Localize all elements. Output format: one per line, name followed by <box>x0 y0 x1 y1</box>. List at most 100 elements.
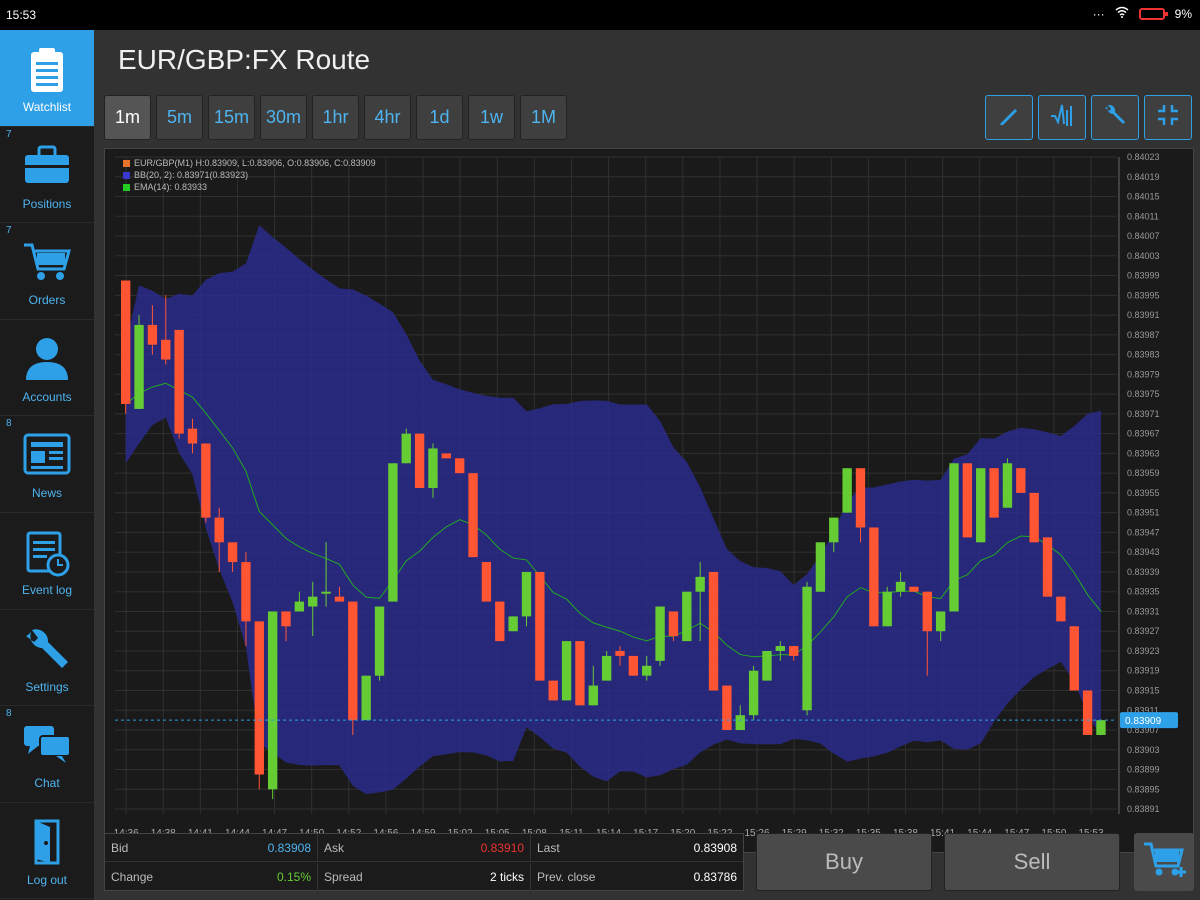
legend-swatch-ema <box>123 183 130 191</box>
candle <box>829 517 839 543</box>
sidebar-item-log-out[interactable]: Log out <box>0 803 94 900</box>
last-cell: Last 0.83908 <box>531 834 743 862</box>
candle <box>334 596 345 602</box>
candle <box>1029 492 1039 543</box>
y-tick-label: 0.83955 <box>1127 488 1160 498</box>
indicators-button[interactable] <box>1038 95 1086 140</box>
candle <box>1002 463 1013 508</box>
buy-button[interactable]: Buy <box>756 833 932 891</box>
sidebar-item-label: Watchlist <box>22 100 72 114</box>
candle <box>869 527 879 627</box>
candle <box>308 596 318 607</box>
timeframe-1w-button[interactable]: 1w <box>468 95 515 140</box>
timeframe-30m-button[interactable]: 30m <box>260 95 307 140</box>
sell-button[interactable]: Sell <box>944 833 1120 891</box>
wrench-icon <box>1103 103 1127 132</box>
y-tick-label: 0.83923 <box>1127 646 1160 656</box>
y-tick-label: 0.83979 <box>1127 369 1160 379</box>
candle <box>227 542 238 563</box>
candle <box>254 621 264 775</box>
candle <box>187 428 198 444</box>
y-tick-label: 0.83947 <box>1127 527 1160 537</box>
last-label: Last <box>537 840 560 855</box>
sidebar-item-news[interactable]: 8 News <box>0 416 94 513</box>
spread-label: Spread <box>324 870 363 884</box>
y-tick-label: 0.84015 <box>1127 192 1160 202</box>
timeframe-1M-button[interactable]: 1M <box>520 95 567 140</box>
bid-label: Bid <box>111 840 129 855</box>
candle <box>655 606 665 661</box>
price-chart[interactable]: 0.84023 0.84019 0.84015 0.84011 0.84007 0.840… <box>104 148 1194 853</box>
candle <box>1016 468 1026 493</box>
cart-add-icon <box>1142 838 1186 887</box>
candle <box>161 339 171 360</box>
status-bar: 15:53 ··· 9% <box>0 0 1200 30</box>
draw-button[interactable] <box>985 95 1033 140</box>
y-tick-label: 0.83987 <box>1127 330 1160 340</box>
sidebar-item-orders[interactable]: 7 Orders <box>0 223 94 320</box>
candle <box>748 670 759 716</box>
candle <box>348 601 358 721</box>
timeframe-1m-button[interactable]: 1m <box>104 95 151 140</box>
candle <box>708 571 719 691</box>
cart-icon <box>0 223 94 293</box>
timeframe-4hr-button[interactable]: 4hr <box>364 95 411 140</box>
sidebar-item-settings[interactable]: Settings <box>0 610 94 707</box>
y-tick-label: 0.83939 <box>1127 567 1160 577</box>
chart-legend: EUR/GBP(M1) H:0.83909, L:0.83906, O:0.83… <box>123 157 376 193</box>
timeframe-1d-button[interactable]: 1d <box>416 95 463 140</box>
candle <box>775 646 786 651</box>
timeframe-15m-button[interactable]: 15m <box>208 95 255 140</box>
candle <box>455 458 465 474</box>
candle <box>414 433 425 488</box>
candle <box>895 581 906 592</box>
sidebar-item-chat[interactable]: 8 Chat <box>0 706 94 803</box>
sidebar-item-label: Settings <box>25 679 69 694</box>
chart-settings-button[interactable] <box>1091 95 1139 140</box>
candle <box>989 468 999 518</box>
new-order-button[interactable] <box>1134 833 1194 891</box>
candle <box>789 646 799 656</box>
y-tick-label: 0.83951 <box>1127 508 1160 518</box>
sidebar-item-event-log[interactable]: Event log <box>0 513 94 610</box>
candle <box>815 542 826 592</box>
candle <box>575 641 585 706</box>
main-panel: EUR/GBP:FX Route 1m 5m 15m 30m 1hr 4hr 1… <box>94 30 1200 900</box>
badge: 7 <box>6 225 12 237</box>
timeframe-bar: 1m 5m 15m 30m 1hr 4hr 1d 1w 1M <box>104 95 567 140</box>
y-tick-label: 0.83959 <box>1127 468 1160 478</box>
candle <box>147 324 158 345</box>
candle <box>121 280 131 404</box>
change-value: 0.15% <box>276 870 311 884</box>
candle <box>361 675 371 721</box>
sidebar-item-watchlist[interactable]: Watchlist <box>0 30 94 127</box>
sidebar-item-label: Chat <box>34 776 60 791</box>
timeframe-1hr-button[interactable]: 1hr <box>312 95 359 140</box>
y-tick-label: 0.83991 <box>1127 310 1160 320</box>
sidebar-item-accounts[interactable]: Accounts <box>0 320 94 417</box>
indicator-icon <box>1049 102 1075 133</box>
candle <box>1082 690 1093 735</box>
candle <box>508 616 518 632</box>
timeframe-5m-button[interactable]: 5m <box>156 95 203 140</box>
candle <box>855 468 866 528</box>
candle <box>909 586 919 592</box>
candle <box>495 601 505 642</box>
sidebar: Watchlist 7 Positions 7 Orders Accounts … <box>0 30 94 900</box>
candle <box>561 641 572 701</box>
y-tick-label: 0.83903 <box>1127 745 1160 755</box>
logout-icon <box>0 803 94 873</box>
wifi-icon <box>1115 6 1129 21</box>
y-tick-label: 0.83927 <box>1127 626 1160 636</box>
fullscreen-button[interactable] <box>1144 95 1192 140</box>
battery-icon <box>1138 7 1168 20</box>
candle <box>428 448 438 488</box>
pencil-icon <box>997 103 1021 132</box>
sidebar-item-label: Orders <box>28 293 66 308</box>
sidebar-item-positions[interactable]: 7 Positions <box>0 127 94 224</box>
clipboard-icon <box>0 30 94 100</box>
candle <box>401 433 411 464</box>
sidebar-item-label: Log out <box>26 872 68 887</box>
y-tick-label: 0.84007 <box>1127 231 1160 241</box>
chart-canvas[interactable]: 0.84023 0.84019 0.84015 0.84011 0.84007 0.840… <box>105 149 1195 854</box>
